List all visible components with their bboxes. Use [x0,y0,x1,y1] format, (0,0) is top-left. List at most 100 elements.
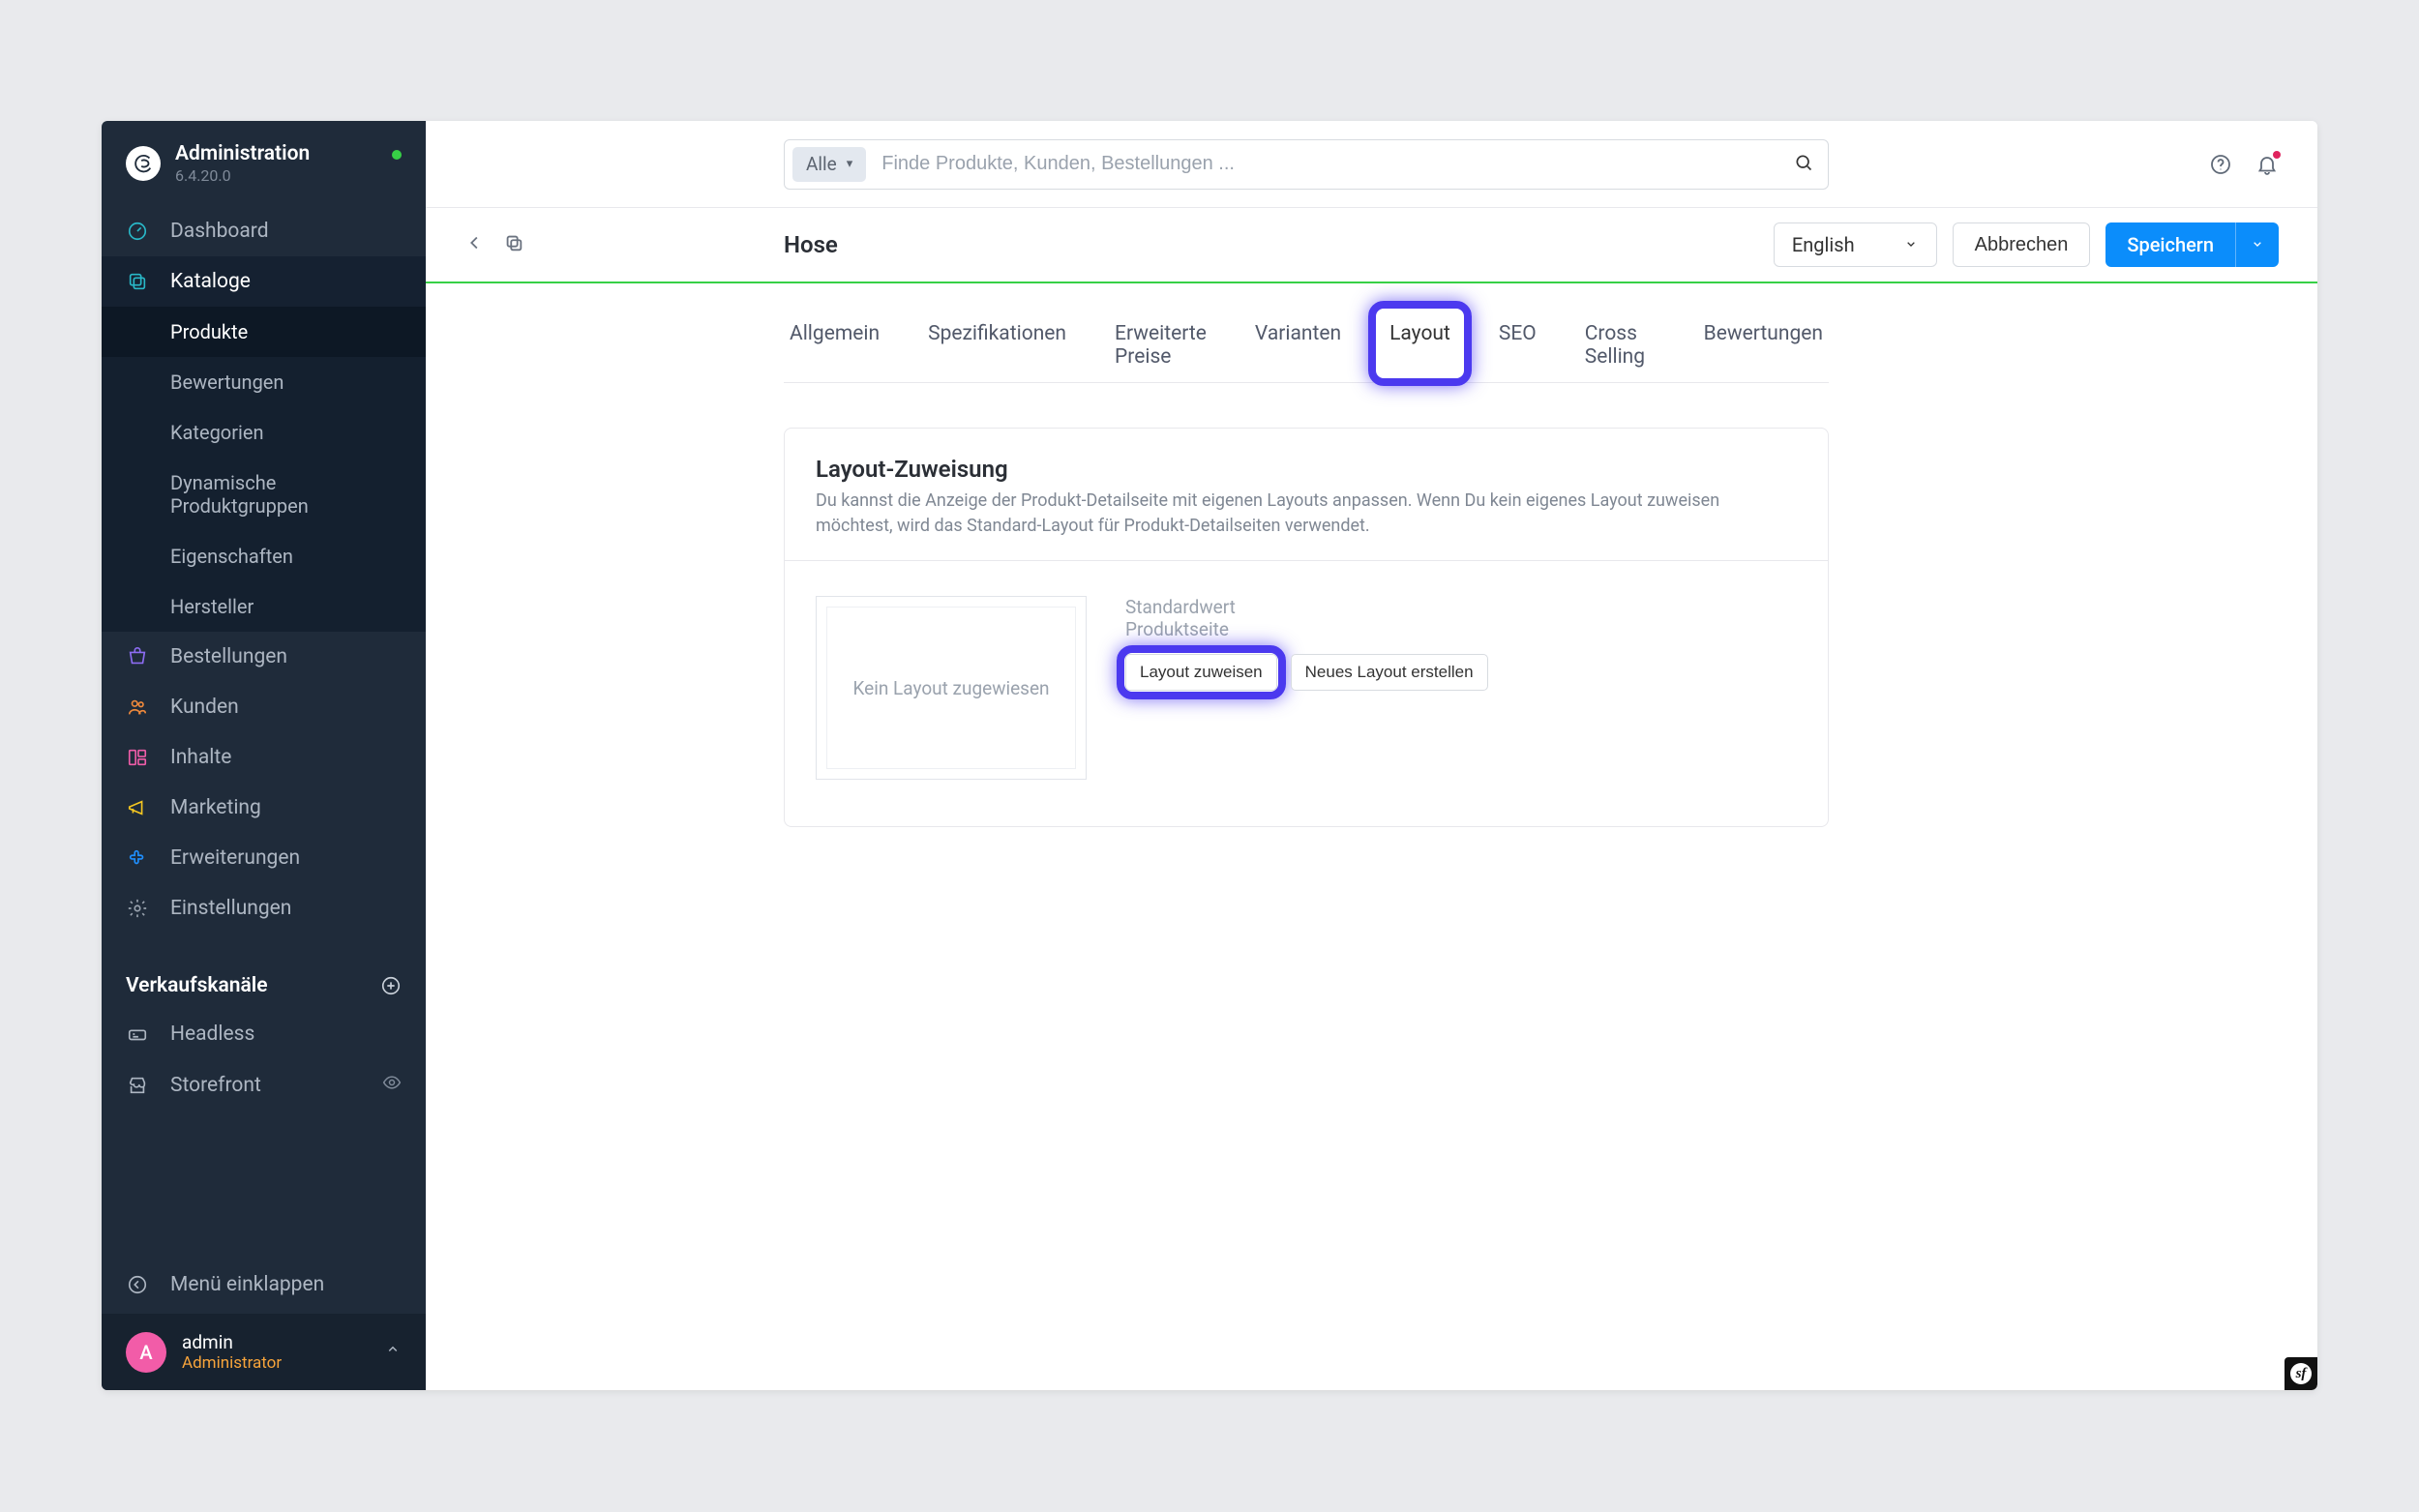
sidebar-item-inhalte[interactable]: Inhalte [102,732,426,783]
app-version: 6.4.20.0 [175,166,310,185]
sidebar-item-label: Bewertungen [170,371,284,394]
button-label: Layout zuweisen [1140,663,1263,681]
layout-assignment-card: Layout-Zuweisung Du kannst die Anzeige d… [784,428,1829,827]
tab-spezifikationen[interactable]: Spezifikationen [922,309,1072,382]
assign-layout-button[interactable]: Layout zuweisen [1125,654,1277,691]
help-icon [2209,164,2232,180]
storefront-icon [126,1074,149,1097]
tab-allgemein[interactable]: Allgemein [784,309,885,382]
sidebar-item-eigenschaften[interactable]: Eigenschaften [102,531,426,581]
card-description: Du kannst die Anzeige der Produkt-Detail… [816,489,1797,539]
main: Alle ▾ [426,121,2317,1390]
save-context-button[interactable] [2235,222,2279,267]
status-dot-icon [392,150,402,160]
marketing-icon [126,796,149,819]
tab-seo[interactable]: SEO [1493,309,1542,382]
sidebar-item-erweiterungen[interactable]: Erweiterungen [102,833,426,883]
app-frame: Administration 6.4.20.0 Dashboard Katalo… [102,121,2317,1390]
save-button-group: Speichern [2105,222,2279,267]
page-title: Hose [784,231,838,258]
user-area[interactable]: A admin Administrator [102,1314,426,1390]
sidebar-item-kunden[interactable]: Kunden [102,682,426,732]
sidebar-item-label: Eigenschaften [170,545,293,568]
sidebar-item-kategorien[interactable]: Kategorien [102,407,426,458]
dashboard-icon [126,220,149,243]
catalog-icon [126,270,149,293]
sidebar-section-verkaufskanaele: Verkaufskanäle [102,963,426,1009]
sidebar-item-storefront[interactable]: Storefront [102,1059,426,1112]
content-icon [126,746,149,769]
button-label: Speichern [2127,233,2214,256]
duplicate-button[interactable] [503,232,524,257]
sidebar-item-marketing[interactable]: Marketing [102,783,426,833]
tab-label: Layout [1389,322,1450,345]
sidebar: Administration 6.4.20.0 Dashboard Katalo… [102,121,426,1390]
language-value: English [1792,233,1855,256]
sidebar-submenu-kataloge: Produkte Bewertungen Kategorien Dynamisc… [102,307,426,632]
notifications-button[interactable] [2255,153,2279,176]
card-title: Layout-Zuweisung [816,456,1797,483]
sidebar-item-label: Einstellungen [170,897,291,920]
shopware-logo-icon [126,146,161,181]
user-role: Administrator [182,1353,282,1373]
tab-layout[interactable]: Layout [1384,309,1456,382]
sidebar-item-bewertungen[interactable]: Bewertungen [102,357,426,407]
search-input[interactable] [866,153,1779,175]
notification-dot-icon [2273,151,2281,159]
preview-empty-text: Kein Layout zugewiesen [852,677,1049,699]
chevron-down-icon [1903,233,1919,256]
sidebar-item-label: Bestellungen [170,645,287,668]
topbar: Alle ▾ [426,121,2317,208]
sidebar-item-kataloge[interactable]: Kataloge [102,256,426,307]
sidebar-item-label: Dynamische Produktgruppen [170,471,402,518]
avatar: A [126,1332,166,1373]
sidebar-item-label: Kategorien [170,421,264,444]
tab-bewertungen[interactable]: Bewertungen [1698,309,1829,382]
sidebar-item-headless[interactable]: Headless [102,1009,426,1059]
search-button[interactable] [1779,153,1828,176]
search-filter-label: Alle [806,153,837,175]
header-text: Administration 6.4.20.0 [175,142,310,185]
customers-icon [126,696,149,719]
sidebar-item-label: Marketing [170,796,261,819]
save-button[interactable]: Speichern [2105,222,2235,267]
sidebar-item-label: Dashboard [170,220,269,243]
layout-default-page: Produktseite [1125,618,1488,640]
sidebar-item-bestellungen[interactable]: Bestellungen [102,632,426,682]
tab-varianten[interactable]: Varianten [1249,309,1347,382]
symfony-badge-icon[interactable]: sf [2285,1357,2317,1390]
tab-cross-selling[interactable]: Cross Selling [1579,309,1661,382]
page-bar: Hose English Abbrechen Speichern [426,208,2317,283]
sidebar-item-produkte[interactable]: Produkte [102,307,426,357]
plus-circle-icon[interactable] [380,975,402,996]
new-layout-button[interactable]: Neues Layout erstellen [1291,654,1488,691]
search-icon [1794,153,1813,176]
help-button[interactable] [2209,153,2232,176]
content: Allgemein Spezifikationen Erweiterte Pre… [426,283,2317,1390]
settings-icon [126,897,149,920]
button-label: Neues Layout erstellen [1305,663,1474,681]
tab-erweiterte-preise[interactable]: Erweiterte Preise [1109,309,1212,382]
sidebar-header: Administration 6.4.20.0 [102,121,426,206]
section-label: Verkaufskanäle [126,974,268,997]
cancel-button[interactable]: Abbrechen [1953,222,2091,267]
search-filter[interactable]: Alle ▾ [792,147,866,182]
chevron-up-icon [384,1341,402,1364]
language-select[interactable]: English [1774,222,1937,267]
search-bar: Alle ▾ [784,139,1829,190]
sidebar-item-label: Erweiterungen [170,846,300,870]
sidebar-item-label: Menü einklappen [170,1273,324,1296]
sidebar-item-label: Produkte [170,320,248,343]
sidebar-item-dyn-gruppen[interactable]: Dynamische Produktgruppen [102,458,426,531]
sidebar-item-einstellungen[interactable]: Einstellungen [102,883,426,934]
sidebar-item-dashboard[interactable]: Dashboard [102,206,426,256]
sidebar-item-label: Inhalte [170,746,231,769]
back-button[interactable] [464,232,486,257]
layout-default-label: Standardwert [1125,596,1488,618]
sidebar-item-label: Storefront [170,1074,261,1097]
headless-icon [126,1023,149,1046]
sidebar-item-label: Kataloge [170,270,251,293]
eye-icon[interactable] [382,1073,402,1098]
sidebar-collapse[interactable]: Menü einklappen [102,1256,426,1314]
sidebar-item-hersteller[interactable]: Hersteller [102,581,426,632]
